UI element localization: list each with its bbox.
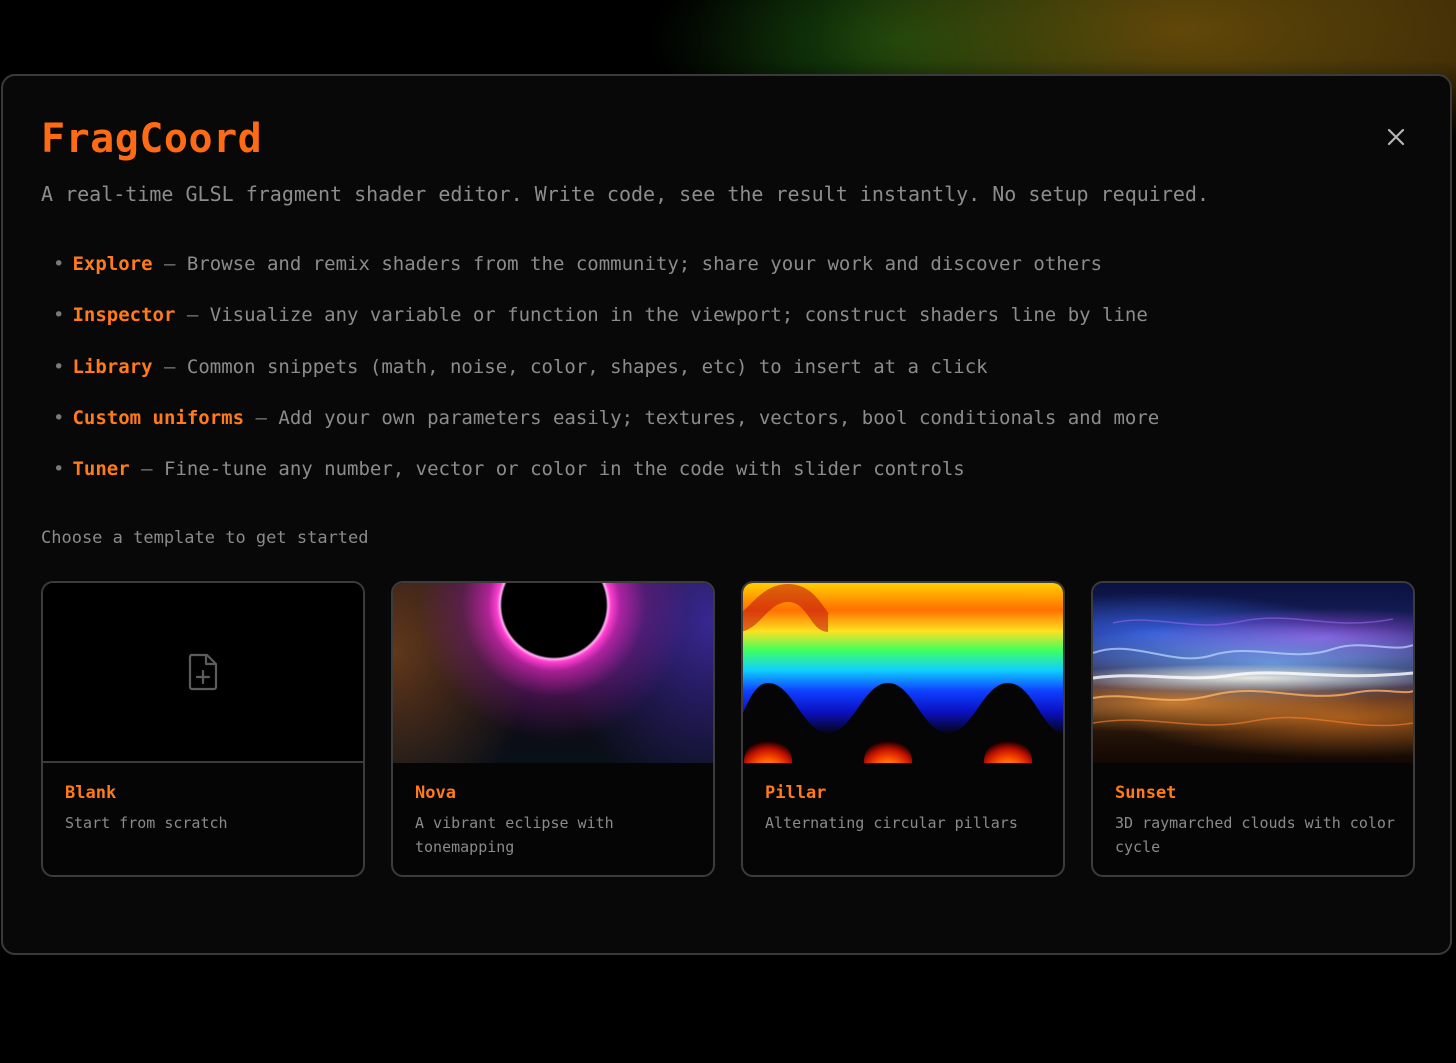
app-description: A real-time GLSL fragment shader editor.…: [41, 182, 1209, 206]
bullet: •: [53, 304, 65, 327]
bullet: •: [53, 355, 65, 378]
bullet: •: [53, 458, 65, 481]
template-card-nova[interactable]: Nova A vibrant eclipse with tonemapping: [391, 581, 715, 877]
feature-name: Inspector: [72, 304, 176, 327]
bullet: •: [53, 253, 65, 275]
feature-description: Common snippets (math, noise, color, sha…: [186, 355, 988, 378]
template-thumbnail: [743, 583, 1063, 783]
template-name: Sunset: [1115, 783, 1177, 803]
pillar-shader-preview: [743, 583, 1063, 783]
template-thumbnail: [1093, 583, 1413, 763]
feature-item: • Custom uniforms — Add your own paramete…: [53, 406, 1159, 457]
dash: —: [163, 355, 176, 378]
sunset-shader-preview: [1093, 617, 1413, 727]
feature-name: Library: [72, 355, 153, 378]
welcome-modal: FragCoord A real-time GLSL fragment shad…: [1, 74, 1452, 955]
template-name: Blank: [65, 783, 117, 803]
template-prompt: Choose a template to get started: [41, 528, 369, 548]
feature-description: Visualize any variable or function in th…: [209, 304, 1148, 327]
file-plus-icon: [188, 653, 218, 691]
feature-list: • Explore — Browse and remix shaders from…: [53, 252, 1159, 508]
feature-description: Add your own parameters easily; textures…: [278, 406, 1160, 429]
template-name: Nova: [415, 783, 456, 803]
feature-name: Explore: [72, 253, 153, 275]
feature-name: Custom uniforms: [72, 406, 245, 429]
template-thumbnail: [393, 583, 713, 763]
template-card-sunset[interactable]: Sunset 3D raymarched clouds with color c…: [1091, 581, 1415, 877]
close-icon[interactable]: [1383, 124, 1409, 150]
template-info: Nova A vibrant eclipse with tonemapping: [393, 763, 713, 875]
template-description: Alternating circular pillars: [765, 814, 1018, 832]
template-info: Sunset 3D raymarched clouds with color c…: [1093, 763, 1413, 875]
template-grid: Blank Start from scratch Nova A vibrant …: [41, 581, 1417, 879]
template-card-blank[interactable]: Blank Start from scratch: [41, 581, 365, 877]
template-card-pillar[interactable]: Pillar Alternating circular pillars: [741, 581, 1065, 877]
app-title: FragCoord: [41, 116, 263, 162]
template-info: Blank Start from scratch: [43, 763, 363, 875]
template-description: 3D raymarched clouds with color cycle: [1115, 814, 1395, 856]
bullet: •: [53, 406, 65, 429]
template-thumbnail: [43, 583, 363, 763]
template-description: A vibrant eclipse with tonemapping: [415, 814, 614, 856]
feature-description: Fine-tune any number, vector or color in…: [164, 458, 965, 481]
template-name: Pillar: [765, 783, 827, 803]
feature-name: Tuner: [72, 458, 130, 481]
template-info: Pillar Alternating circular pillars: [743, 763, 1063, 875]
feature-item: • Tuner — Fine-tune any number, vector or…: [53, 457, 1159, 508]
feature-item: • Explore — Browse and remix shaders from…: [53, 252, 1159, 303]
template-description: Start from scratch: [65, 814, 228, 832]
dash: —: [163, 253, 176, 275]
feature-item: • Library — Common snippets (math, noise,…: [53, 355, 1159, 406]
feature-description: Browse and remix shaders from the commun…: [186, 253, 1103, 275]
feature-item: • Inspector — Visualize any variable or f…: [53, 303, 1159, 354]
dash: —: [186, 304, 199, 327]
dash: —: [255, 406, 267, 429]
dash: —: [141, 458, 153, 481]
